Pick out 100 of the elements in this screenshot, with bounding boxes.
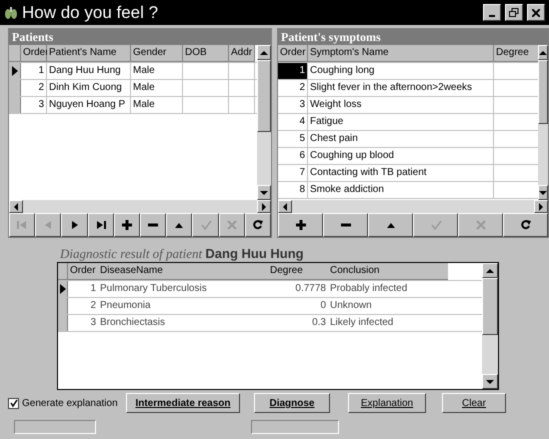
table-cell: 5 [278, 131, 308, 147]
scroll-up-button[interactable] [257, 45, 271, 60]
column-header[interactable]: Conclusion [328, 263, 448, 280]
column-header[interactable]: Patient's Name [47, 45, 131, 62]
cross-icon [474, 219, 486, 231]
table-cell-text: Probably infected [329, 282, 408, 296]
table-cell: Smoke addiction [308, 182, 494, 198]
vertical-scrollbar[interactable] [257, 45, 271, 200]
table-cell: Male [131, 80, 183, 96]
triangle-left-icon [12, 202, 20, 210]
table-cell: 6 [278, 148, 308, 164]
scroll-right-button[interactable] [257, 200, 271, 213]
column-header[interactable]: Order [68, 263, 98, 280]
horizontal-scrollbar[interactable] [9, 200, 271, 213]
intermediate-reason-button[interactable]: Intermediate reason [126, 393, 240, 413]
table-cell-text: 0.7778 [294, 282, 327, 296]
table-cell-text: Unknown [329, 299, 373, 313]
last-button[interactable] [88, 213, 114, 237]
check-icon [200, 219, 212, 231]
triangle-up-icon [260, 48, 268, 56]
clear-button[interactable]: Clear [442, 393, 506, 413]
table-cell: Chest pain [308, 131, 494, 147]
table-cell: Dang Huu Hung [47, 63, 131, 79]
window-title: How do you feel ? [22, 2, 160, 22]
table-cell-text: 0 [319, 299, 327, 313]
minimize-button[interactable] [483, 4, 501, 21]
minimize-icon [489, 14, 495, 16]
column-header[interactable]: Degree [268, 263, 328, 280]
restore-button[interactable] [505, 4, 523, 21]
column-header[interactable]: DiseaseName [98, 263, 268, 280]
table-cell: 1 [278, 63, 308, 79]
column-header[interactable]: Order [21, 45, 47, 62]
row-pointer-icon [12, 66, 18, 76]
table-cell: Contacting with TB patient [308, 165, 494, 181]
column-header[interactable]: Symptom's Name [308, 45, 494, 62]
scroll-up-button[interactable] [482, 263, 498, 278]
horizontal-scrollbar[interactable] [278, 200, 548, 213]
triangle-right-icon [537, 202, 545, 210]
add-button[interactable] [278, 213, 323, 237]
checkbox-label: Generate explanation [22, 398, 118, 408]
triangle-down-icon [260, 188, 268, 196]
table-cell: 3 [21, 97, 47, 113]
row-selector[interactable] [9, 63, 21, 79]
diagnosis-caption: Diagnostic result of patient Dang Huu Hung [58, 246, 305, 262]
lungs-icon [4, 6, 18, 20]
scroll-down-button[interactable] [538, 185, 548, 200]
table-cell: Coughing long [308, 63, 494, 79]
table-cell-text: Pneumonia [99, 299, 152, 313]
skip-last-icon [94, 219, 107, 231]
column-header[interactable]: Degree [494, 45, 538, 62]
table-cell: Male [131, 63, 183, 79]
table-cell: Slight fever in the afternoon>2weeks [308, 80, 494, 96]
cross-icon [226, 219, 238, 231]
triangle-down-icon [486, 378, 494, 386]
table-cell-text: 2 [89, 299, 97, 313]
scroll-left-button[interactable] [9, 200, 23, 213]
triangle-up-icon [486, 266, 494, 274]
scroll-up-button[interactable] [538, 45, 548, 60]
table-cell: 1 [21, 63, 47, 79]
edit-button[interactable] [166, 213, 192, 237]
scroll-thumb[interactable] [538, 60, 548, 124]
refresh-button[interactable] [244, 213, 272, 237]
close-icon [532, 8, 540, 16]
triangle-up-icon [539, 48, 547, 56]
next-button[interactable] [61, 213, 88, 237]
table-cell-text: Likely infected [329, 316, 394, 330]
skip-first-icon [16, 219, 28, 231]
scroll-thumb[interactable] [482, 278, 498, 335]
refresh-button[interactable] [503, 213, 548, 237]
triangle-right-icon [260, 202, 268, 210]
table-cell: 8 [278, 182, 308, 198]
diagnose-button[interactable]: Diagnose [254, 393, 330, 413]
row-selector[interactable] [58, 281, 68, 297]
column-header[interactable]: Addr [229, 45, 255, 62]
close-button[interactable] [527, 4, 545, 21]
table-cell: Dinh Kim Cuong [47, 80, 131, 96]
row-pointer-icon [60, 284, 66, 294]
explanation-button[interactable]: Explanation [348, 393, 426, 413]
delete-button[interactable] [323, 213, 368, 237]
table-cell: Nguyen Hoang P [47, 97, 131, 113]
triangle-down-icon [539, 188, 547, 196]
table-cell: 7 [278, 165, 308, 181]
generate-explanation-checkbox[interactable]: Generate explanation [8, 398, 126, 408]
table-cell-text: 3 [89, 316, 97, 330]
column-header[interactable]: Order [278, 45, 308, 62]
vertical-scrollbar[interactable] [482, 263, 498, 389]
table-cell-text: 0.3 [311, 316, 327, 330]
table-cell: Coughing up blood [308, 148, 494, 164]
refresh-icon [520, 219, 532, 231]
delete-button[interactable] [140, 213, 166, 237]
scroll-down-button[interactable] [482, 374, 498, 389]
column-header[interactable]: Gender [131, 45, 183, 62]
scroll-down-button[interactable] [257, 185, 271, 200]
scroll-thumb[interactable] [257, 60, 271, 132]
vertical-scrollbar[interactable] [538, 45, 548, 200]
scroll-right-button[interactable] [534, 200, 548, 213]
scroll-left-button[interactable] [278, 200, 292, 213]
column-header[interactable]: DOB [183, 45, 229, 62]
edit-button[interactable] [368, 213, 413, 237]
add-button[interactable] [114, 213, 140, 237]
